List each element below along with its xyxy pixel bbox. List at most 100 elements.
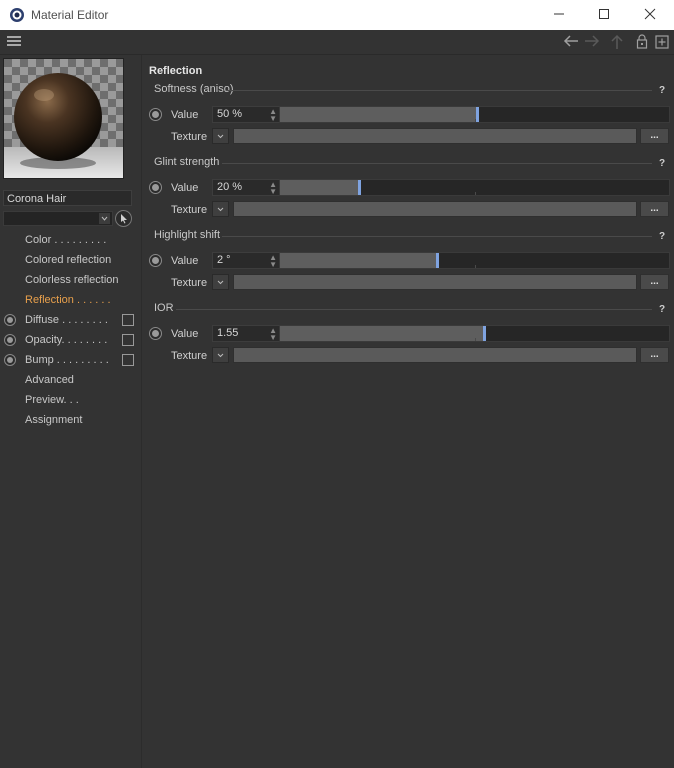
- channel-enable-checkbox[interactable]: [122, 354, 134, 366]
- animate-radio[interactable]: [149, 108, 162, 121]
- animate-radio[interactable]: [149, 254, 162, 267]
- value-text: 1.55: [217, 327, 239, 339]
- minimize-button[interactable]: [536, 0, 582, 30]
- value-field[interactable]: 2 ° ▲ ▼: [212, 252, 280, 269]
- arrow-right-icon[interactable]: [584, 34, 600, 51]
- animate-radio[interactable]: [149, 181, 162, 194]
- close-button[interactable]: [627, 0, 673, 30]
- group-divider: [176, 309, 652, 310]
- new-window-icon[interactable]: [655, 34, 669, 52]
- texture-slot[interactable]: [233, 274, 637, 290]
- sidebar-item[interactable]: Colored reflection: [25, 251, 111, 269]
- value-slider[interactable]: [279, 179, 670, 196]
- value-label: Value: [171, 255, 199, 267]
- spinner-arrows-icon[interactable]: ▲ ▼: [269, 254, 277, 269]
- help-button[interactable]: ?: [659, 231, 665, 242]
- chevron-down-icon: [99, 213, 110, 224]
- slider-knob[interactable]: [476, 107, 479, 122]
- material-selector-dropdown[interactable]: [3, 211, 113, 226]
- texture-dropdown[interactable]: [212, 128, 229, 144]
- pick-material-button[interactable]: [115, 210, 132, 227]
- close-icon: [644, 8, 656, 23]
- texture-label: Texture: [171, 277, 208, 289]
- slider-knob[interactable]: [436, 253, 439, 268]
- material-preview: [3, 58, 124, 179]
- sidebar-item[interactable]: Bump . . . . . . . . .: [25, 351, 109, 369]
- channel-enable-radio[interactable]: [4, 354, 16, 366]
- spinner-arrows-icon[interactable]: ▲ ▼: [269, 181, 277, 196]
- slider-tick: [474, 338, 476, 341]
- group-divider: [222, 236, 652, 237]
- slider-knob[interactable]: [483, 326, 486, 341]
- toolbar: [0, 30, 674, 55]
- slider-fill: [280, 107, 476, 122]
- lock-icon[interactable]: [636, 34, 648, 52]
- group-divider: [222, 163, 652, 164]
- channel-enable-radio[interactable]: [4, 334, 16, 346]
- slider-fill: [280, 253, 436, 268]
- value-text: 20 %: [217, 181, 243, 193]
- texture-browse-button[interactable]: ...: [640, 347, 669, 363]
- title-bar: Material Editor: [0, 0, 674, 30]
- value-label: Value: [171, 182, 199, 194]
- spinner-arrows-icon[interactable]: ▲ ▼: [269, 327, 277, 342]
- value-slider[interactable]: [279, 325, 670, 342]
- slider-knob[interactable]: [358, 180, 361, 195]
- sidebar-item[interactable]: Reflection . . . . . .: [25, 291, 111, 309]
- channel-enable-checkbox[interactable]: [122, 314, 134, 326]
- sidebar-item[interactable]: Color . . . . . . . . .: [25, 231, 106, 249]
- value-field[interactable]: 1.55 ▲ ▼: [212, 325, 280, 342]
- maximize-button[interactable]: [581, 0, 627, 30]
- channel-enable-checkbox[interactable]: [122, 334, 134, 346]
- texture-slot[interactable]: [233, 201, 637, 217]
- animate-radio[interactable]: [149, 327, 162, 340]
- slider-fill: [280, 326, 483, 341]
- help-button[interactable]: ?: [659, 304, 665, 315]
- group-title: Glint strength: [154, 156, 220, 168]
- slider-tick: [474, 265, 476, 268]
- sidebar-item[interactable]: Assignment: [25, 411, 82, 429]
- value-label: Value: [171, 109, 199, 121]
- group-title: Softness (aniso): [154, 83, 234, 95]
- texture-slot[interactable]: [233, 347, 637, 363]
- texture-browse-button[interactable]: ...: [640, 128, 669, 144]
- help-button[interactable]: ?: [659, 85, 665, 96]
- hamburger-menu-icon[interactable]: [7, 34, 21, 51]
- section-title: Reflection: [149, 65, 203, 77]
- value-field[interactable]: 50 % ▲ ▼: [212, 106, 280, 123]
- value-text: 50 %: [217, 108, 243, 120]
- sidebar: Corona Hair Color . . . . . . . . . Color…: [0, 55, 142, 768]
- sidebar-item[interactable]: Advanced: [25, 371, 74, 389]
- value-text: 2 °: [217, 254, 231, 266]
- sidebar-item[interactable]: Colorless reflection: [25, 271, 119, 289]
- texture-dropdown[interactable]: [212, 274, 229, 290]
- sidebar-item[interactable]: Preview. . .: [25, 391, 79, 409]
- material-name-field[interactable]: Corona Hair: [3, 190, 132, 206]
- reflection-panel: Reflection Softness (aniso) ? Value 50 %…: [142, 55, 674, 768]
- maximize-icon: [598, 8, 610, 23]
- texture-label: Texture: [171, 350, 208, 362]
- value-slider[interactable]: [279, 252, 670, 269]
- group-divider: [226, 90, 652, 91]
- sidebar-item[interactable]: Diffuse . . . . . . . .: [25, 311, 108, 329]
- value-slider[interactable]: [279, 106, 670, 123]
- window-title: Material Editor: [31, 8, 109, 22]
- sidebar-item[interactable]: Opacity. . . . . . . .: [25, 331, 107, 349]
- value-label: Value: [171, 328, 199, 340]
- arrow-left-icon[interactable]: [563, 34, 579, 51]
- texture-dropdown[interactable]: [212, 347, 229, 363]
- cinema4d-app-icon: [9, 7, 25, 23]
- texture-dropdown[interactable]: [212, 201, 229, 217]
- group-title: IOR: [154, 302, 174, 314]
- texture-browse-button[interactable]: ...: [640, 201, 669, 217]
- slider-fill: [280, 180, 358, 195]
- texture-slot[interactable]: [233, 128, 637, 144]
- spinner-arrows-icon[interactable]: ▲ ▼: [269, 108, 277, 123]
- value-field[interactable]: 20 % ▲ ▼: [212, 179, 280, 196]
- group-title: Highlight shift: [154, 229, 221, 241]
- help-button[interactable]: ?: [659, 158, 665, 169]
- slider-tick: [474, 192, 476, 195]
- channel-enable-radio[interactable]: [4, 314, 16, 326]
- texture-browse-button[interactable]: ...: [640, 274, 669, 290]
- arrow-up-icon[interactable]: [610, 34, 624, 53]
